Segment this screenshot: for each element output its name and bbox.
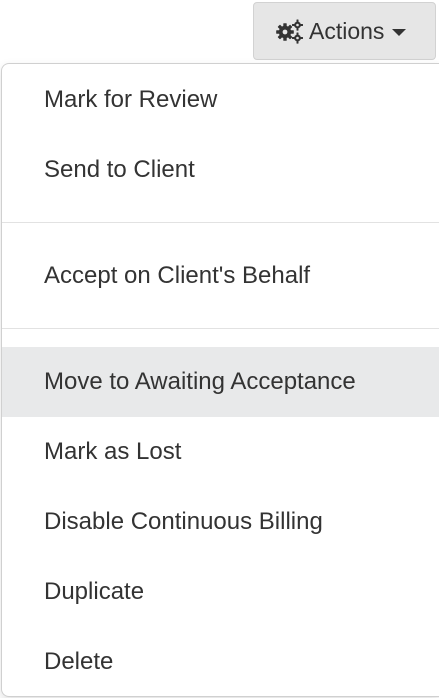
actions-button[interactable]: Actions: [253, 2, 436, 60]
menu-item-duplicate[interactable]: Duplicate: [2, 557, 439, 627]
menu-item-disable-continuous-billing[interactable]: Disable Continuous Billing: [2, 487, 439, 557]
menu-item-delete[interactable]: Delete: [2, 627, 439, 697]
menu-item-label: Disable Continuous Billing: [44, 508, 323, 535]
actions-button-label: Actions: [309, 17, 385, 44]
actions-dropdown-view: Actions Mark for Review Send to Client A…: [0, 0, 439, 698]
menu-divider: [2, 311, 439, 347]
caret-down-icon: [392, 29, 407, 36]
menu-item-move-to-awaiting-acceptance[interactable]: Move to Awaiting Acceptance: [2, 347, 439, 417]
menu-item-mark-as-lost[interactable]: Mark as Lost: [2, 417, 439, 487]
menu-item-label: Move to Awaiting Acceptance: [44, 368, 356, 395]
menu-item-send-to-client[interactable]: Send to Client: [2, 135, 439, 205]
menu-item-label: Duplicate: [44, 578, 145, 605]
menu-item-label: Accept on Client's Behalf: [44, 262, 311, 289]
menu-item-label: Mark for Review: [44, 86, 218, 113]
menu-item-label: Mark as Lost: [44, 438, 182, 465]
menu-item-label: Delete: [44, 648, 114, 675]
actions-dropdown-menu: Mark for Review Send to Client Accept on…: [1, 63, 439, 697]
cogs-icon: [275, 18, 305, 44]
menu-divider: [2, 205, 439, 241]
menu-item-label: Send to Client: [44, 156, 195, 183]
menu-item-mark-for-review[interactable]: Mark for Review: [2, 65, 439, 135]
menu-item-accept-on-clients-behalf[interactable]: Accept on Client's Behalf: [2, 241, 439, 311]
